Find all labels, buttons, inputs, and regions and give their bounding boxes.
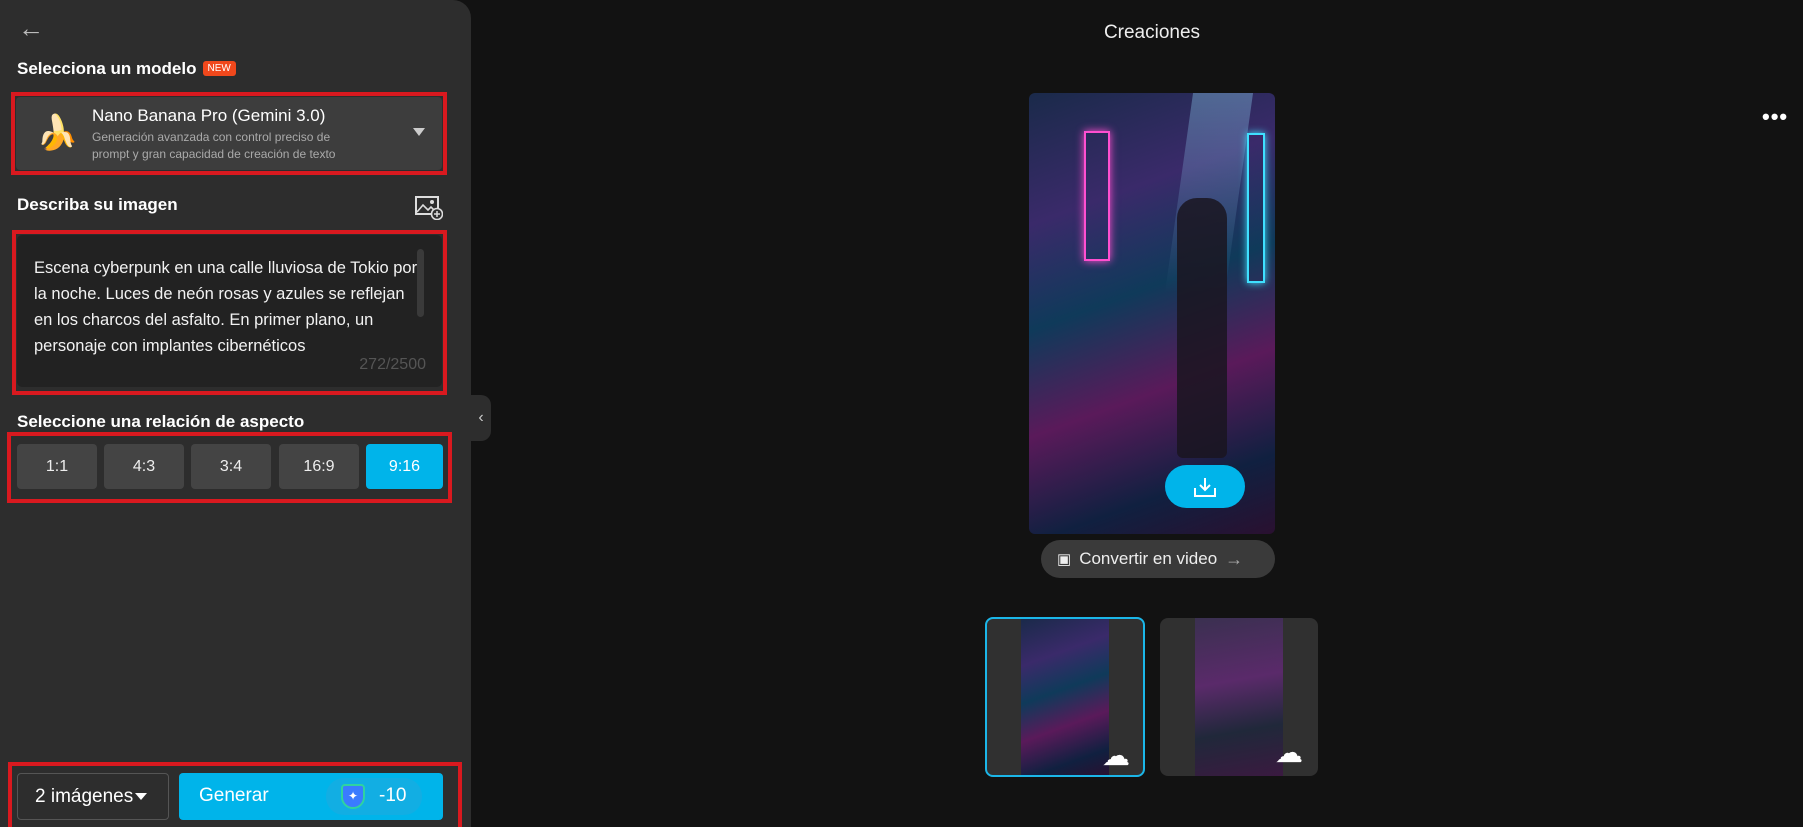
char-count: 272/2500 <box>359 356 426 373</box>
aspect-3-4-button[interactable]: 3:4 <box>191 444 271 489</box>
credits-cost: -10 <box>379 785 407 806</box>
aspect-16-9-button[interactable]: 16:9 <box>279 444 359 489</box>
convert-label: Convertir en video <box>1079 549 1218 568</box>
model-description: Generación avanzada con control preciso … <box>92 130 336 161</box>
more-options-icon[interactable]: ••• <box>1762 104 1788 130</box>
banana-icon: 🍌 <box>36 114 79 152</box>
generated-image-preview <box>1029 93 1275 534</box>
generate-label: Generar <box>199 785 269 806</box>
model-name: Nano Banana Pro (Gemini 3.0) <box>92 106 326 125</box>
thumbnail-2[interactable]: ☁ <box>1160 618 1318 776</box>
image-count-label: 2 imágenes <box>35 785 134 807</box>
prompt-text: Escena cyberpunk en una calle lluviosa d… <box>34 259 418 355</box>
arrow-right-icon: → <box>1225 548 1244 569</box>
back-arrow-icon[interactable]: ← <box>18 15 44 41</box>
video-icon: ▣ <box>1057 551 1072 568</box>
download-icon <box>1194 477 1216 497</box>
thumbnail-1[interactable]: ☁ <box>985 617 1145 777</box>
collapse-panel-button[interactable]: ‹ <box>471 395 491 441</box>
settings-panel: ← Selecciona un modelo NEW 🍌 Nano Banana … <box>0 0 471 827</box>
model-select[interactable]: 🍌 Nano Banana Pro (Gemini 3.0) Generació… <box>16 97 442 170</box>
aspect-heading: Seleccione una relación de aspecto <box>17 412 305 431</box>
chevron-down-icon <box>413 128 425 136</box>
download-button[interactable] <box>1165 465 1245 508</box>
prompt-textarea[interactable]: Escena cyberpunk en una calle lluviosa d… <box>17 235 442 387</box>
convert-to-video-button[interactable]: ▣ Convertir en video → <box>1041 540 1275 578</box>
cloud-check-icon: ☁ <box>1102 740 1130 771</box>
add-image-icon[interactable] <box>415 196 443 220</box>
aspect-1-1-button[interactable]: 1:1 <box>17 444 97 489</box>
aspect-4-3-button[interactable]: 4:3 <box>104 444 184 489</box>
aspect-9-16-button[interactable]: 9:16 <box>366 444 443 489</box>
generate-button[interactable]: Generar ✦ -10 <box>179 773 443 820</box>
page-title: Creaciones <box>1103 22 1201 43</box>
chevron-down-icon <box>135 793 148 800</box>
scrollbar[interactable] <box>417 249 424 317</box>
model-heading: Selecciona un modelo NEW <box>17 59 236 79</box>
describe-heading: Describa su imagen <box>17 195 178 214</box>
chevron-left-icon: ‹ <box>478 409 484 426</box>
image-count-select[interactable]: 2 imágenes <box>17 773 169 820</box>
credits-icon: ✦ <box>341 784 365 809</box>
cloud-check-icon: ☁ <box>1275 737 1303 768</box>
new-badge: NEW <box>202 61 236 76</box>
